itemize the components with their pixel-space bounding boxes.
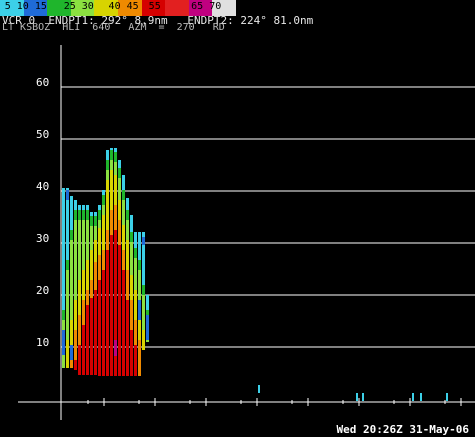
echo-column (110, 235, 113, 376)
height-label: 30 (36, 232, 49, 245)
echo-column (122, 270, 125, 376)
echo-speck (446, 393, 448, 401)
height-label: 10 (36, 336, 49, 349)
timestamp-label: Wed 20:26Z 31-May-06 (336, 423, 469, 436)
echo-column (82, 325, 85, 375)
echo-speck (258, 385, 260, 393)
echo-column (126, 300, 129, 376)
echo-column (130, 330, 133, 376)
echo-speck (412, 393, 414, 401)
echo-column (66, 190, 69, 200)
echo-column (142, 237, 145, 245)
reflectivity-echo (62, 148, 448, 401)
echo-column (98, 280, 101, 376)
echo-column (66, 340, 69, 368)
cross-section-plot: 10 20 30 40 50 60 (18, 45, 475, 420)
height-label: 60 (36, 76, 49, 89)
echo-column (102, 270, 105, 376)
echo-speck (356, 393, 358, 401)
echo-column (138, 340, 141, 376)
height-label: 40 (36, 180, 49, 193)
echo-column (114, 340, 117, 356)
echo-column (78, 345, 81, 375)
echo-column (134, 345, 137, 376)
echo-column (118, 245, 121, 376)
echo-speck (362, 393, 364, 401)
echo-column (106, 250, 109, 376)
echo-column (94, 290, 97, 375)
echo-column (62, 330, 65, 355)
height-label: 20 (36, 284, 49, 297)
echo-column (142, 330, 145, 350)
echo-column (86, 305, 89, 375)
echo-column (74, 360, 77, 370)
echo-column (146, 315, 149, 340)
echo-column (138, 300, 141, 320)
echo-speck (420, 393, 422, 401)
echo-column (70, 345, 73, 360)
height-label: 50 (36, 128, 49, 141)
height-axis-labels: 10 20 30 40 50 60 (36, 76, 49, 349)
echo-column (90, 298, 93, 375)
